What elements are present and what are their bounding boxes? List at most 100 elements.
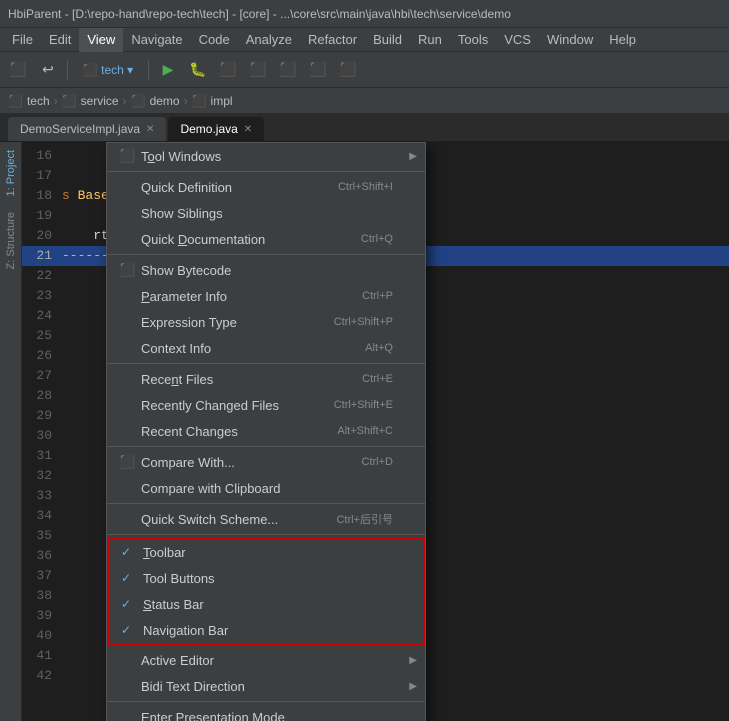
menu-sep-1 xyxy=(107,171,425,172)
menu-item-recent-changes[interactable]: Recent Changes Alt+Shift+C xyxy=(107,418,425,444)
left-side-panel: 1: Project Z: Structure xyxy=(0,142,22,721)
menu-sep-6 xyxy=(107,534,425,535)
menu-window[interactable]: Window xyxy=(539,28,601,52)
menu-analyze[interactable]: Analyze xyxy=(238,28,300,52)
line-num-19: 19 xyxy=(22,206,62,226)
tab-demo[interactable]: Demo.java ✕ xyxy=(168,117,264,141)
line-num-28: 28 xyxy=(22,386,62,406)
tab-demo-label: Demo.java xyxy=(180,122,237,136)
toolbar-btn-4[interactable]: ⬛ xyxy=(244,56,272,84)
toolbar-btn-2[interactable]: ↩ xyxy=(34,56,62,84)
left-labels: 1: Project Z: Structure xyxy=(0,142,21,278)
menu-vcs[interactable]: VCS xyxy=(496,28,539,52)
menu-item-presentation-mode-label: Enter Presentation Mode xyxy=(141,710,285,721)
line-num-23: 23 xyxy=(22,286,62,306)
menu-item-compare-with-label: Compare With... xyxy=(141,455,235,470)
menu-item-compare-with[interactable]: ⬛ Compare With... Ctrl+D xyxy=(107,449,425,475)
check-tool-buttons: ✓ xyxy=(121,571,137,585)
menu-item-presentation-mode[interactable]: Enter Presentation Mode xyxy=(107,704,425,721)
shortcut-quick-def: Ctrl+Shift+I xyxy=(338,181,413,193)
menu-item-ctx-info[interactable]: Context Info Alt+Q xyxy=(107,335,425,361)
breadcrumb-sep-2: › xyxy=(123,94,127,108)
line-num-26: 26 xyxy=(22,346,62,366)
bytecode-icon: ⬛ xyxy=(119,262,135,278)
menu-sep-5 xyxy=(107,503,425,504)
menu-sep-3 xyxy=(107,363,425,364)
menu-view[interactable]: View xyxy=(79,28,123,52)
menu-item-nav-bar[interactable]: ✓ Navigation Bar xyxy=(109,617,423,643)
menu-item-quick-doc[interactable]: Quick Documentation Ctrl+Q xyxy=(107,226,425,252)
menu-item-param-info[interactable]: Parameter Info Ctrl+P xyxy=(107,283,425,309)
shortcut-quick-doc: Ctrl+Q xyxy=(361,233,413,245)
line-num-37: 37 xyxy=(22,566,62,586)
menu-item-toolbar[interactable]: ✓ Toolbar xyxy=(109,539,423,565)
menu-edit[interactable]: Edit xyxy=(41,28,79,52)
menu-help[interactable]: Help xyxy=(601,28,644,52)
tab-service-impl-close[interactable]: ✕ xyxy=(146,124,154,135)
tool-windows-icon: ⬛ xyxy=(119,148,135,164)
breadcrumb-demo-label: demo xyxy=(150,94,180,108)
line-num-32: 32 xyxy=(22,466,62,486)
checked-items-section: ✓ Toolbar ✓ Tool Buttons ✓ Status Bar ✓ … xyxy=(107,537,425,645)
toolbar-sep-2 xyxy=(148,60,149,80)
nav-breadcrumb: ⬛ tech › ⬛ service › ⬛ demo › ⬛ impl xyxy=(0,88,729,114)
menu-item-recent-changes-label: Recent Changes xyxy=(141,424,238,439)
sidebar-label-structure[interactable]: Z: Structure xyxy=(1,204,21,277)
menu-item-recent-files-label: Recent Files xyxy=(141,372,213,387)
menu-item-expr-type-label: Expression Type xyxy=(141,315,237,330)
breadcrumb-tech-label: tech xyxy=(27,94,50,108)
menu-run[interactable]: Run xyxy=(410,28,450,52)
menu-item-quick-switch[interactable]: Quick Switch Scheme... Ctrl+后引号 xyxy=(107,506,425,532)
menu-item-show-bytecode[interactable]: ⬛ Show Bytecode xyxy=(107,257,425,283)
check-status-bar: ✓ xyxy=(121,597,137,611)
menu-sep-7 xyxy=(107,701,425,702)
toolbar: ⬛ ↩ ⬛ tech ▾ ▶ 🐛 ⬛ ⬛ ⬛ ⬛ ⬛ xyxy=(0,52,729,88)
menu-item-tool-buttons[interactable]: ✓ Tool Buttons xyxy=(109,565,423,591)
menu-sep-2 xyxy=(107,254,425,255)
breadcrumb-impl[interactable]: ⬛ impl xyxy=(192,94,233,108)
menu-item-status-bar[interactable]: ✓ Status Bar xyxy=(109,591,423,617)
toolbar-btn-6[interactable]: ⬛ xyxy=(304,56,332,84)
menu-item-compare-clipboard[interactable]: Compare with Clipboard xyxy=(107,475,425,501)
menu-item-bidi-text-label: Bidi Text Direction xyxy=(141,679,245,694)
tab-service-impl[interactable]: DemoServiceImpl.java ✕ xyxy=(8,117,166,141)
line-num-40: 40 xyxy=(22,626,62,646)
menu-item-bidi-text[interactable]: Bidi Text Direction xyxy=(107,673,425,699)
breadcrumb-tech[interactable]: ⬛ tech xyxy=(8,94,50,108)
menu-item-tool-windows[interactable]: ⬛ Tool Windows xyxy=(107,143,425,169)
toolbar-btn-1[interactable]: ⬛ xyxy=(4,56,32,84)
toolbar-btn-3[interactable]: ⬛ xyxy=(214,56,242,84)
menu-file[interactable]: File xyxy=(4,28,41,52)
shortcut-expr-type: Ctrl+Shift+P xyxy=(334,316,413,328)
menu-item-expr-type[interactable]: Expression Type Ctrl+Shift+P xyxy=(107,309,425,335)
menu-item-show-siblings[interactable]: Show Siblings xyxy=(107,200,425,226)
toolbar-debug[interactable]: 🐛 xyxy=(184,56,212,84)
check-toolbar: ✓ xyxy=(121,545,137,559)
toolbar-btn-5[interactable]: ⬛ xyxy=(274,56,302,84)
sidebar-label-project[interactable]: 1: Project xyxy=(1,142,21,204)
toolbar-btn-tech[interactable]: ⬛ tech ▾ xyxy=(73,56,143,84)
shortcut-recent-files: Ctrl+E xyxy=(362,373,413,385)
menu-build[interactable]: Build xyxy=(365,28,410,52)
menu-code[interactable]: Code xyxy=(191,28,238,52)
tab-demo-close[interactable]: ✕ xyxy=(244,124,252,135)
menu-item-recent-files[interactable]: Recent Files Ctrl+E xyxy=(107,366,425,392)
menu-item-quick-def[interactable]: Quick Definition Ctrl+Shift+I xyxy=(107,174,425,200)
line-num-20: 20 xyxy=(22,226,62,246)
menu-item-recently-changed[interactable]: Recently Changed Files Ctrl+Shift+E xyxy=(107,392,425,418)
menu-navigate[interactable]: Navigate xyxy=(123,28,190,52)
line-num-25: 25 xyxy=(22,326,62,346)
toolbar-btn-7[interactable]: ⬛ xyxy=(334,56,362,84)
line-num-21: 21 xyxy=(22,246,62,266)
line-num-29: 29 xyxy=(22,406,62,426)
menu-refactor[interactable]: Refactor xyxy=(300,28,365,52)
view-menu[interactable]: ⬛ Tool Windows Quick Definition Ctrl+Shi… xyxy=(106,142,426,721)
shortcut-recent-changes: Alt+Shift+C xyxy=(337,425,413,437)
menu-item-active-editor[interactable]: Active Editor xyxy=(107,647,425,673)
menu-item-ctx-info-label: Context Info xyxy=(141,341,211,356)
menu-tools[interactable]: Tools xyxy=(450,28,496,52)
toolbar-run[interactable]: ▶ xyxy=(154,56,182,84)
breadcrumb-service[interactable]: ⬛ service xyxy=(62,94,119,108)
breadcrumb-demo[interactable]: ⬛ demo xyxy=(131,94,180,108)
breadcrumb-sep-3: › xyxy=(184,94,188,108)
